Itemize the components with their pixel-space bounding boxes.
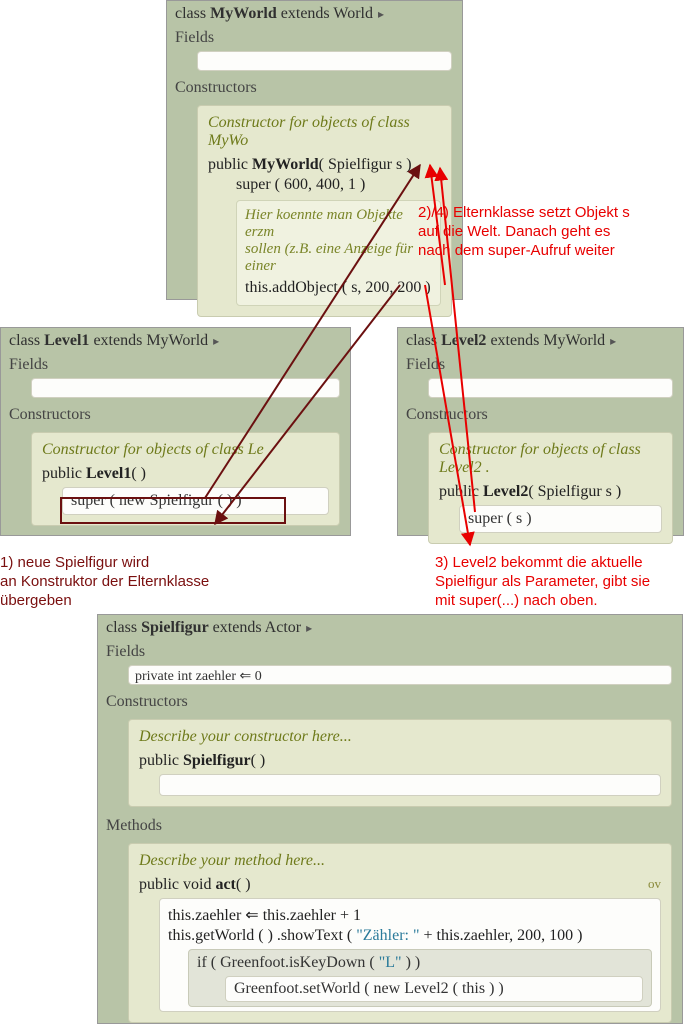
fields-empty <box>31 378 340 398</box>
keyword-public-void: public void <box>139 876 215 893</box>
expand-icon[interactable]: ▸ <box>303 621 312 635</box>
method-block: Describe your method here... public void… <box>128 843 672 1023</box>
ctor-args: ( Spielfigur s ) <box>319 156 412 173</box>
expand-icon[interactable]: ▸ <box>375 7 384 21</box>
ctor-args: ( ) <box>251 752 266 769</box>
section-fields: Fields <box>1 354 350 378</box>
keyword-class: class <box>106 619 141 636</box>
fields-empty <box>428 378 673 398</box>
string-literal: "Zähler: " <box>356 927 419 944</box>
class-name: Level1 <box>44 332 89 349</box>
section-constructors: Constructors <box>98 691 682 715</box>
ctor-name: MyWorld <box>252 156 319 173</box>
annotation-1: 1) neue Spielfigur wird an Konstruktor d… <box>0 554 230 610</box>
class-header: class Spielfigur extends Actor ▸ <box>98 615 682 641</box>
if-block: if ( Greenfoot.isKeyDown ( "L" ) ) Green… <box>188 949 652 1007</box>
extends-clause: extends Actor <box>209 619 301 636</box>
code-fragment: + this.zaehler, 200, 100 ) <box>420 927 583 944</box>
constructor-signature: public Level1( ) <box>42 465 329 483</box>
class-header: class Level2 extends MyWorld ▸ <box>398 328 683 354</box>
constructor-desc: Constructor for objects of class MyWo <box>208 114 441 150</box>
class-box-level1: class Level1 extends MyWorld ▸ Fields Co… <box>0 327 351 536</box>
class-header: class Level1 extends MyWorld ▸ <box>1 328 350 354</box>
constructor-desc: Describe your constructor here... <box>139 728 661 746</box>
extends-clause: extends MyWorld <box>89 332 208 349</box>
ctor-name: Spielfigur <box>183 752 251 769</box>
ctor-args: ( Spielfigur s ) <box>528 483 621 500</box>
constructor-block: Constructor for objects of class Le publ… <box>31 432 340 526</box>
annotation-2: 2)/4) Elternklasse setzt Objekt s auf di… <box>418 204 678 260</box>
comment-box: Hier koennte man Objekte erzm sollen (z.… <box>236 200 441 306</box>
constructor-signature: public Level2( Spielfigur s ) <box>439 483 662 501</box>
class-name: MyWorld <box>210 5 277 22</box>
class-name: Spielfigur <box>141 619 209 636</box>
expand-icon[interactable]: ▸ <box>607 334 616 348</box>
ctor-name: Level1 <box>86 465 131 482</box>
method-name: act <box>215 876 235 893</box>
constructor-block: Constructor for objects of class Level2 … <box>428 432 673 544</box>
comment-line: sollen (z.B. eine Anzeige für einer <box>245 241 432 275</box>
if-body: Greenfoot.setWorld ( new Level2 ( this )… <box>225 976 643 1002</box>
string-literal: "L" <box>379 954 402 971</box>
constructor-desc: Constructor for objects of class Level2 … <box>439 441 662 477</box>
expand-icon[interactable]: ▸ <box>210 334 219 348</box>
section-constructors: Constructors <box>398 404 683 428</box>
super-call: super ( s ) <box>459 505 662 533</box>
field-zaehler: private int zaehler ⇐ 0 <box>128 665 672 685</box>
class-name: Level2 <box>441 332 486 349</box>
section-fields: Fields <box>398 354 683 378</box>
keyword-public: public <box>439 483 483 500</box>
comment-line: Hier koennte man Objekte erzm <box>245 207 432 241</box>
constructor-signature: public Spielfigur( ) <box>139 752 661 770</box>
code-line: this.zaehler ⇐ this.zaehler + 1 <box>168 905 652 925</box>
keyword-class: class <box>9 332 44 349</box>
method-signature: public void act( ) ov <box>139 876 661 894</box>
method-body: this.zaehler ⇐ this.zaehler + 1 this.get… <box>159 898 661 1012</box>
extends-clause: extends World <box>277 5 373 22</box>
keyword-public: public <box>208 156 252 173</box>
code-fragment: if ( Greenfoot.isKeyDown ( <box>197 954 379 971</box>
ctor-body-empty <box>159 774 661 796</box>
super-call: super ( new Spielfigur ( ) ) <box>62 487 329 515</box>
section-constructors: Constructors <box>1 404 350 428</box>
class-header: class MyWorld extends World ▸ <box>167 1 462 27</box>
section-fields: Fields <box>98 641 682 665</box>
keyword-class: class <box>175 5 210 22</box>
ctor-name: Level2 <box>483 483 528 500</box>
addobject-call: this.addObject ( s, 200, 200 ) <box>245 279 432 297</box>
code-fragment: ) ) <box>402 954 421 971</box>
override-badge: ov <box>648 876 661 892</box>
keyword-class: class <box>406 332 441 349</box>
fields-empty <box>197 51 452 71</box>
keyword-public: public <box>139 752 183 769</box>
constructor-signature: public MyWorld( Spielfigur s ) <box>208 156 441 174</box>
class-box-level2: class Level2 extends MyWorld ▸ Fields Co… <box>397 327 684 536</box>
class-box-spielfigur: class Spielfigur extends Actor ▸ Fields … <box>97 614 683 1024</box>
code-line: this.getWorld ( ) .showText ( "Zähler: "… <box>168 927 652 945</box>
keyword-public: public <box>42 465 86 482</box>
section-fields: Fields <box>167 27 462 51</box>
constructor-block: Constructor for objects of class MyWo pu… <box>197 105 452 317</box>
method-args: ( ) <box>236 876 251 893</box>
super-call: super ( 600, 400, 1 ) <box>208 176 441 194</box>
annotation-3: 3) Level2 bekommt die aktuelle Spielfigu… <box>435 554 685 610</box>
ctor-args: ( ) <box>131 465 146 482</box>
code-fragment: this.getWorld ( ) .showText ( <box>168 927 356 944</box>
constructor-block: Describe your constructor here... public… <box>128 719 672 807</box>
method-desc: Describe your method here... <box>139 852 661 870</box>
section-constructors: Constructors <box>167 77 462 101</box>
extends-clause: extends MyWorld <box>486 332 605 349</box>
constructor-desc: Constructor for objects of class Le <box>42 441 329 459</box>
section-methods: Methods <box>98 815 682 839</box>
